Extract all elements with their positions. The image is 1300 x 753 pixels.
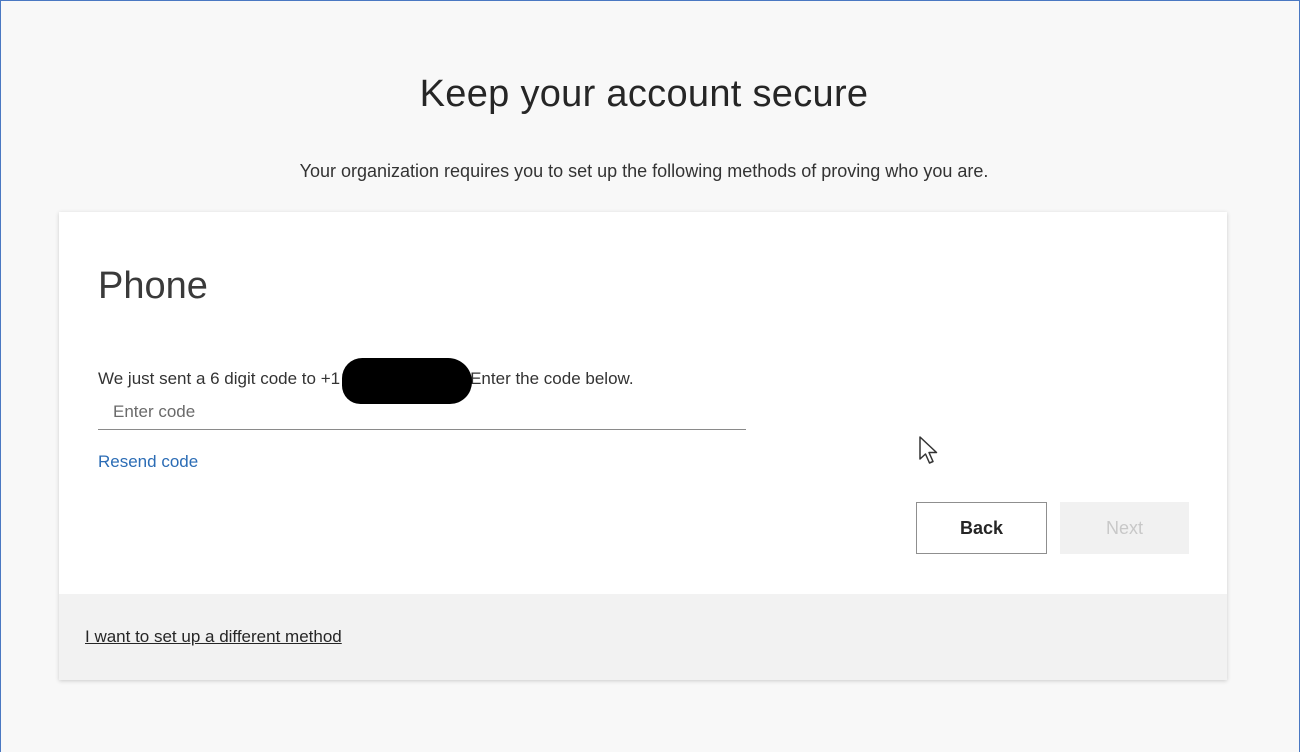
- mouse-pointer-icon: [919, 436, 938, 464]
- instruction-prefix: We just sent a 6 digit code to +1: [98, 369, 341, 388]
- browser-frame: Keep your account secure Your organizati…: [0, 0, 1300, 752]
- code-input[interactable]: [98, 394, 746, 430]
- setup-card: Phone We just sent a 6 digit code to +1 …: [59, 212, 1227, 680]
- card-body: Phone We just sent a 6 digit code to +1 …: [59, 212, 1227, 594]
- page-subtitle: Your organization requires you to set up…: [299, 161, 989, 181]
- method-title: Phone: [98, 265, 208, 307]
- instruction-suffix: Enter the code below.: [470, 369, 634, 388]
- resend-code-link[interactable]: Resend code: [98, 452, 198, 472]
- page-title: Keep your account secure: [419, 73, 869, 115]
- different-method-link[interactable]: I want to set up a different method: [85, 627, 342, 647]
- back-button[interactable]: Back: [916, 502, 1047, 554]
- card-footer: I want to set up a different method: [59, 594, 1227, 680]
- next-button[interactable]: Next: [1060, 502, 1189, 554]
